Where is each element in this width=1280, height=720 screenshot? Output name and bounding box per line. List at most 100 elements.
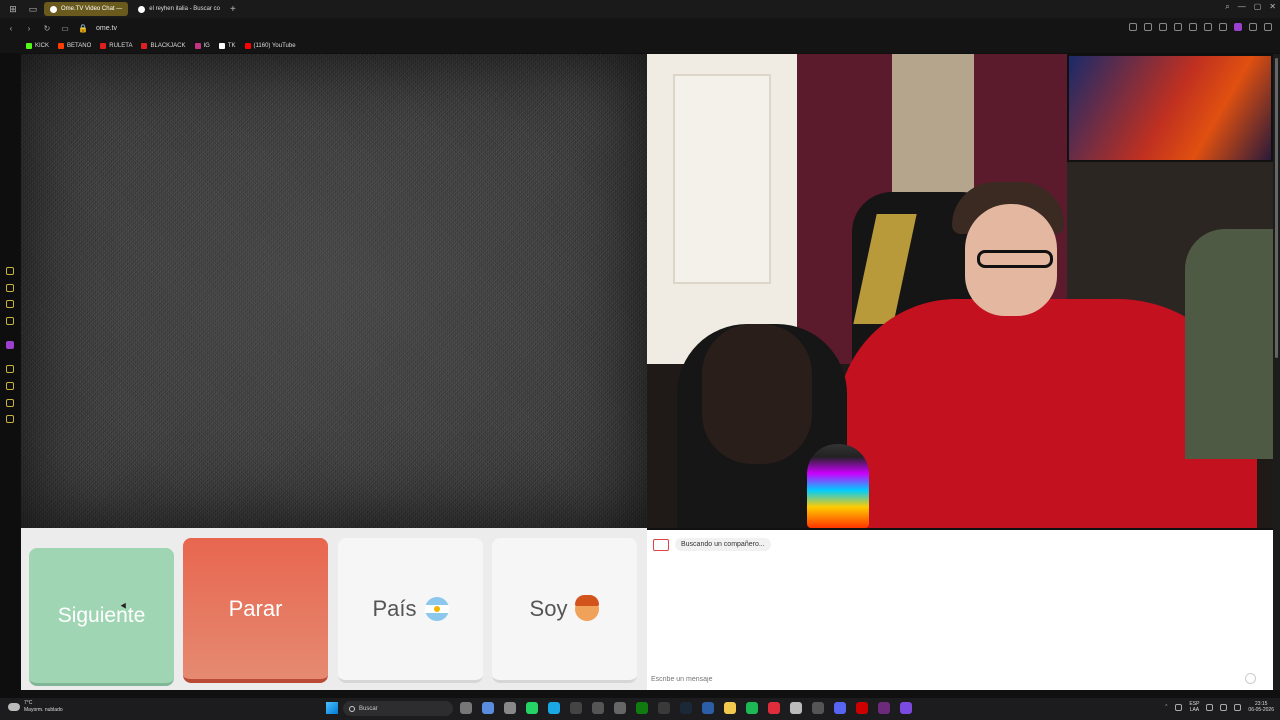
shield-icon[interactable]: [1159, 23, 1167, 31]
bookmark-youtube[interactable]: (1160) YouTube: [244, 42, 296, 49]
forward-icon[interactable]: ›: [22, 24, 36, 33]
taskbar-search[interactable]: Buscar: [343, 701, 453, 716]
clock[interactable]: 23:15 06-05-2026: [1248, 701, 1274, 713]
bookmark-ig[interactable]: IG: [194, 42, 210, 49]
history-icon[interactable]: [6, 267, 14, 275]
reading-list-icon[interactable]: [6, 284, 14, 292]
bookmark-betano[interactable]: BETANO: [58, 42, 91, 49]
network-icon[interactable]: [1206, 703, 1214, 711]
whatsapp-app-icon[interactable]: [526, 702, 538, 714]
whatsapp-icon[interactable]: [6, 300, 14, 308]
volume-icon[interactable]: [1220, 703, 1228, 711]
tab-list-icon[interactable]: ▭: [26, 2, 40, 16]
weather-temp: 7°C: [24, 700, 33, 706]
steam-icon[interactable]: [680, 702, 692, 714]
ai-icon[interactable]: [1249, 23, 1257, 31]
bookmark-tk[interactable]: TK: [218, 42, 236, 49]
tray-chevron-icon[interactable]: ⌃: [1164, 704, 1168, 710]
reload-icon[interactable]: ↻: [40, 24, 54, 33]
ruleta-icon: [100, 42, 107, 49]
settings-icon[interactable]: [6, 415, 14, 423]
country-button[interactable]: País: [338, 538, 483, 683]
clock-icon[interactable]: [6, 382, 14, 390]
play-sidebar-icon[interactable]: [6, 365, 14, 373]
weather-desc: Mayorm. nublado: [24, 707, 63, 713]
close-icon[interactable]: ✕: [1269, 2, 1276, 12]
address-bar: ‹ › ↻ ▭ 🔒 ome.tv: [0, 18, 1280, 38]
stop-button[interactable]: Parar: [183, 538, 328, 683]
argentina-flag-icon: [424, 597, 449, 621]
translate-icon[interactable]: [1174, 23, 1182, 31]
wooden-door: [892, 54, 974, 204]
mic-icon[interactable]: [1175, 703, 1183, 711]
home-icon[interactable]: [6, 399, 14, 407]
new-tab-icon[interactable]: +: [230, 4, 236, 15]
chat-message-input[interactable]: [651, 672, 1257, 686]
chrome-icon[interactable]: [504, 702, 516, 714]
file-explorer-icon[interactable]: [724, 702, 736, 714]
menu-icon[interactable]: [1264, 23, 1272, 31]
app-grey-icon[interactable]: [790, 702, 802, 714]
lock-icon: 🔒: [78, 23, 88, 33]
spotify-icon[interactable]: [746, 702, 758, 714]
language-indicator[interactable]: ESP LAA: [1189, 701, 1199, 713]
heart-icon[interactable]: [1219, 23, 1227, 31]
capcut-icon[interactable]: [570, 702, 582, 714]
back-icon[interactable]: ‹: [4, 24, 18, 33]
xbox-icon[interactable]: [636, 702, 648, 714]
bookmark-ruleta[interactable]: RULETA: [100, 42, 132, 49]
browser-titlebar: ⊞ ▭ Ome.TV Video Chat — el reyhen italia…: [0, 0, 1280, 18]
tab-ometv[interactable]: Ome.TV Video Chat —: [44, 2, 129, 16]
page-scrollbar[interactable]: [1273, 54, 1280, 690]
notes-icon[interactable]: [6, 317, 14, 325]
opera-gx-icon[interactable]: [856, 702, 868, 714]
app-dark-icon[interactable]: [812, 702, 824, 714]
profile-icon[interactable]: [1234, 23, 1242, 31]
browser-menu-icon[interactable]: ⊞: [6, 2, 20, 16]
sidebar-toggle-icon[interactable]: ▭: [58, 24, 72, 33]
gender-button[interactable]: Soy: [492, 538, 637, 683]
person-right: [1185, 229, 1273, 459]
start-button-icon[interactable]: [326, 702, 338, 714]
weather-widget[interactable]: 7°C Mayorm. nublado: [8, 700, 63, 714]
maximize-icon[interactable]: ▢: [1254, 2, 1262, 12]
notes-app-icon[interactable]: [702, 702, 714, 714]
chatgpt-icon[interactable]: [592, 702, 604, 714]
tab-search[interactable]: el reyhen italia - Buscar co: [132, 2, 226, 16]
instagram-icon: [194, 42, 201, 49]
chat-bubble: Buscando un compañero...: [675, 538, 771, 551]
rgb-speaker: [807, 444, 869, 528]
settings-app-icon[interactable]: [482, 702, 494, 714]
scrollbar-thumb[interactable]: [1275, 58, 1278, 358]
scissors-icon[interactable]: [1189, 23, 1197, 31]
download-icon[interactable]: [1129, 23, 1137, 31]
epic-games-icon[interactable]: [614, 702, 626, 714]
discord-icon[interactable]: [834, 702, 846, 714]
taskbar-apps: [460, 702, 912, 714]
url-field[interactable]: ome.tv: [96, 25, 117, 32]
google-tab-icon: [138, 5, 146, 13]
app-grid-icon[interactable]: [900, 702, 912, 714]
kick-icon: [26, 42, 32, 49]
minimize-icon[interactable]: —: [1238, 2, 1246, 12]
app-purple-icon[interactable]: [878, 702, 890, 714]
next-button[interactable]: Siguiente: [29, 548, 174, 686]
calculator-icon[interactable]: [658, 702, 670, 714]
control-panel: Siguiente Parar País Soy: [21, 528, 647, 690]
tab-title: el reyhen italia - Buscar co: [149, 6, 220, 12]
bookmark-kick[interactable]: KICK: [26, 42, 49, 49]
ometv-logo-icon: [653, 538, 669, 551]
emoji-picker-icon[interactable]: [1245, 673, 1256, 684]
app-red-icon[interactable]: [768, 702, 780, 714]
partner-video-static: [21, 54, 647, 528]
twitch-icon[interactable]: [6, 341, 14, 349]
task-view-icon[interactable]: [460, 702, 472, 714]
battery-icon[interactable]: [1234, 703, 1242, 711]
play-icon[interactable]: [1204, 23, 1212, 31]
country-button-label: País: [372, 596, 417, 621]
search-tabs-icon[interactable]: ⌕: [1225, 2, 1229, 12]
bookmark-blackjack[interactable]: BLACKJACK: [141, 42, 186, 49]
screenshot-icon[interactable]: [1144, 23, 1152, 31]
edge-icon[interactable]: [548, 702, 560, 714]
self-camera-video: [647, 54, 1273, 528]
